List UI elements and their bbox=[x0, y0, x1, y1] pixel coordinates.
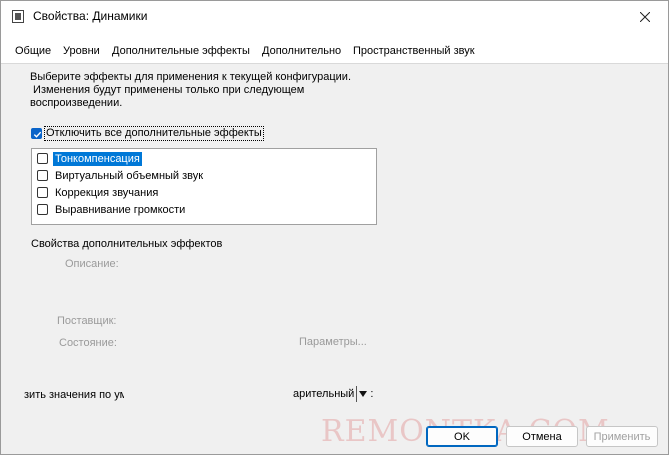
effect-label: Выравнивание громкости bbox=[55, 204, 186, 216]
checkbox[interactable] bbox=[37, 153, 48, 164]
effect-label: Коррекция звучания bbox=[55, 187, 159, 199]
properties-title: Свойства дополнительных эффектов bbox=[31, 238, 223, 250]
preview-combo[interactable]: арительный : bbox=[293, 384, 373, 404]
provider-label: Поставщик: bbox=[57, 315, 117, 327]
tab-general[interactable]: Общие bbox=[15, 41, 51, 61]
description-text: Выберите эффекты для применения к текуще… bbox=[30, 71, 410, 110]
effect-label: Виртуальный объемный звук bbox=[55, 170, 204, 182]
check-icon bbox=[33, 131, 42, 138]
description-line: воспроизведении. bbox=[30, 97, 123, 109]
dropdown-arrow-icon[interactable] bbox=[356, 386, 369, 402]
close-icon bbox=[640, 12, 650, 22]
checkbox[interactable] bbox=[37, 187, 48, 198]
window-title: Свойства: Динамики bbox=[33, 9, 148, 23]
effect-label: Тонкомпенсация bbox=[53, 152, 142, 166]
apply-button[interactable]: Применить bbox=[586, 426, 658, 447]
description-line: Изменения будут применены только при сле… bbox=[30, 84, 305, 96]
cancel-button[interactable]: Отмена bbox=[506, 426, 578, 447]
enhancements-panel: Выберите эффекты для применения к текуще… bbox=[1, 63, 668, 454]
close-button[interactable] bbox=[622, 1, 668, 33]
tab-enhancements[interactable]: Дополнительные эффекты bbox=[112, 41, 250, 61]
tab-levels[interactable]: Уровни bbox=[63, 41, 100, 61]
preview-colon: : bbox=[370, 388, 374, 400]
preview-label: арительный bbox=[293, 388, 355, 400]
description-line: Выберите эффекты для применения к текуще… bbox=[30, 71, 352, 83]
description-label: Описание: bbox=[65, 258, 119, 270]
checkbox[interactable] bbox=[37, 204, 48, 215]
restore-defaults-button[interactable]: зить значения по ум bbox=[24, 386, 124, 404]
ok-button[interactable]: OK bbox=[426, 426, 498, 447]
checkbox-checked[interactable] bbox=[31, 128, 42, 139]
disable-all-label: Отключить все дополнительные эффекты bbox=[44, 126, 264, 141]
tab-bar: Общие Уровни Дополнительные эффекты Допо… bbox=[1, 41, 668, 63]
checkbox[interactable] bbox=[37, 170, 48, 181]
state-label: Состояние: bbox=[59, 337, 117, 349]
speaker-icon bbox=[12, 10, 24, 23]
tab-advanced[interactable]: Дополнительно bbox=[262, 41, 341, 61]
effects-list: Тонкомпенсация Виртуальный объемный звук… bbox=[31, 148, 377, 225]
tab-spatial-sound[interactable]: Пространственный звук bbox=[353, 41, 475, 61]
properties-window: Свойства: Динамики Общие Уровни Дополнит… bbox=[0, 0, 669, 455]
title-bar: Свойства: Динамики bbox=[1, 1, 668, 33]
settings-button[interactable]: Параметры... bbox=[299, 336, 367, 348]
